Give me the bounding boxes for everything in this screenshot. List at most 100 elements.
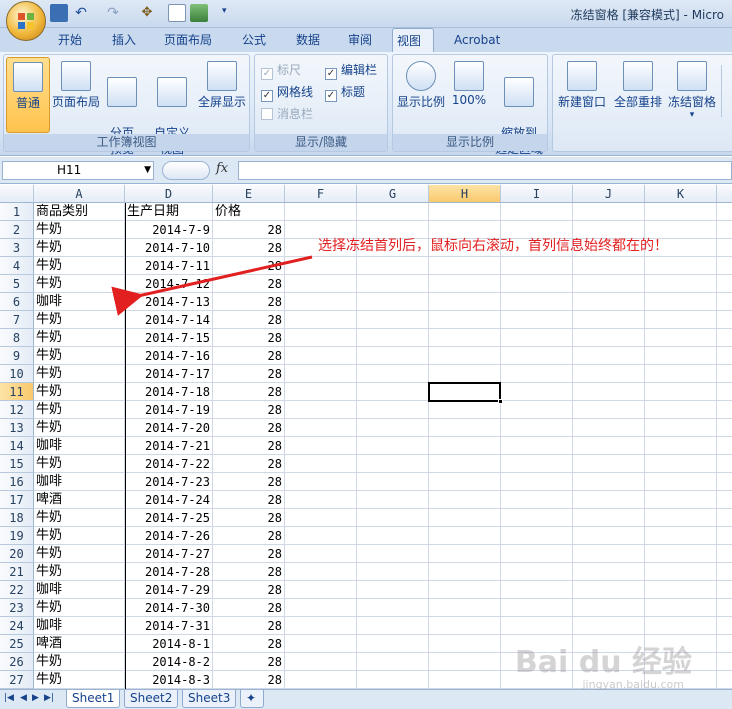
cell-date[interactable]: 2014-7-21 [125, 437, 213, 455]
row-header[interactable]: 3 [0, 239, 34, 257]
zoom-button[interactable]: 显示比例 [395, 57, 447, 133]
cell-date[interactable]: 2014-7-11 [125, 257, 213, 275]
full-screen-button[interactable]: 全屏显示 [196, 57, 248, 133]
cell-empty[interactable] [645, 545, 717, 563]
cell-date[interactable]: 2014-7-28 [125, 563, 213, 581]
sheet-tab-1[interactable]: Sheet1 [66, 690, 121, 708]
cell-empty[interactable] [645, 563, 717, 581]
cell-empty[interactable] [501, 581, 573, 599]
cell-empty[interactable] [717, 383, 732, 401]
row-header[interactable]: 5 [0, 275, 34, 293]
tab-home[interactable]: 开始 [54, 28, 86, 52]
cell-empty[interactable] [717, 311, 732, 329]
cell-empty[interactable] [717, 347, 732, 365]
cell-empty[interactable] [285, 509, 357, 527]
format-painter-icon[interactable]: ✥ [138, 4, 156, 22]
cell-price[interactable]: 28 [213, 383, 285, 401]
cell-empty[interactable] [573, 365, 645, 383]
cell-category[interactable]: 牛奶 [34, 599, 125, 617]
selected-cell[interactable] [428, 382, 503, 404]
cell-empty[interactable] [501, 401, 573, 419]
cell-empty[interactable] [429, 203, 501, 221]
tab-formulas[interactable]: 公式 [238, 28, 270, 52]
cell-empty[interactable] [645, 401, 717, 419]
cell-empty[interactable] [717, 239, 732, 257]
cell-empty[interactable] [645, 527, 717, 545]
cell-date[interactable]: 2014-7-9 [125, 221, 213, 239]
cell-empty[interactable] [285, 653, 357, 671]
row-header[interactable]: 2 [0, 221, 34, 239]
cell-empty[interactable] [357, 455, 429, 473]
cell-empty[interactable] [357, 653, 429, 671]
column-header[interactable]: G [357, 185, 429, 203]
cell-empty[interactable] [645, 203, 717, 221]
row-header[interactable]: 1 [0, 203, 34, 221]
column-header[interactable] [717, 185, 732, 203]
cell-empty[interactable] [645, 329, 717, 347]
cell-empty[interactable] [645, 383, 717, 401]
cell-category[interactable]: 牛奶 [34, 419, 125, 437]
cell-empty[interactable] [573, 617, 645, 635]
cell-empty[interactable] [573, 527, 645, 545]
cell-empty[interactable] [285, 365, 357, 383]
freeze-panes-button[interactable]: 冻结窗格 ▾ [665, 57, 719, 133]
cell-empty[interactable] [573, 581, 645, 599]
cell-empty[interactable] [501, 455, 573, 473]
row-header[interactable]: 25 [0, 635, 34, 653]
sheet-tab-3[interactable]: Sheet3 [182, 690, 237, 708]
cell-empty[interactable] [357, 491, 429, 509]
row-header[interactable]: 15 [0, 455, 34, 473]
cell-empty[interactable] [429, 491, 501, 509]
cell-empty[interactable] [573, 473, 645, 491]
normal-view-button[interactable]: 普通 [6, 57, 50, 133]
cell-empty[interactable] [717, 653, 732, 671]
chevron-down-icon[interactable]: ▼ [144, 162, 151, 179]
cell-empty[interactable] [285, 455, 357, 473]
cell-empty[interactable] [501, 563, 573, 581]
cell-empty[interactable] [285, 599, 357, 617]
column-header[interactable]: J [573, 185, 645, 203]
cell-price[interactable]: 28 [213, 365, 285, 383]
column-header[interactable]: A [34, 185, 125, 203]
cell-empty[interactable] [429, 509, 501, 527]
page-break-preview-button[interactable]: 分页 预览 [102, 57, 142, 156]
cell-price[interactable]: 28 [213, 329, 285, 347]
cell-empty[interactable] [357, 437, 429, 455]
cell-date[interactable]: 2014-7-25 [125, 509, 213, 527]
cell-empty[interactable] [717, 635, 732, 653]
cell-empty[interactable] [717, 491, 732, 509]
cell-price[interactable]: 28 [213, 653, 285, 671]
cell-date[interactable]: 2014-7-23 [125, 473, 213, 491]
cell-date[interactable]: 2014-7-26 [125, 527, 213, 545]
cell-empty[interactable] [573, 383, 645, 401]
cell-empty[interactable] [573, 545, 645, 563]
cell-empty[interactable] [717, 203, 732, 221]
cell-category[interactable]: 牛奶 [34, 653, 125, 671]
column-header[interactable]: K [645, 185, 717, 203]
row-header[interactable]: 22 [0, 581, 34, 599]
row-header[interactable]: 20 [0, 545, 34, 563]
cell-empty[interactable] [357, 419, 429, 437]
row-header[interactable]: 13 [0, 419, 34, 437]
cell-empty[interactable] [357, 581, 429, 599]
cell-category[interactable]: 牛奶 [34, 239, 125, 257]
formula-expand-button[interactable] [162, 161, 210, 180]
cell-empty[interactable] [429, 617, 501, 635]
cell-price[interactable]: 28 [213, 545, 285, 563]
insert-function-icon[interactable]: fx [216, 161, 228, 176]
cell-date[interactable]: 2014-7-14 [125, 311, 213, 329]
cell-category[interactable]: 咖啡 [34, 617, 125, 635]
cell-date[interactable]: 2014-7-29 [125, 581, 213, 599]
tab-acrobat[interactable]: Acrobat [450, 28, 504, 52]
cell-empty[interactable] [285, 635, 357, 653]
cell-empty[interactable] [573, 491, 645, 509]
row-header[interactable]: 9 [0, 347, 34, 365]
cell-date[interactable]: 2014-7-16 [125, 347, 213, 365]
cell-empty[interactable] [357, 635, 429, 653]
cell-date[interactable]: 2014-7-13 [125, 293, 213, 311]
cell-empty[interactable] [429, 401, 501, 419]
cell-empty[interactable] [285, 545, 357, 563]
cell-empty[interactable] [645, 437, 717, 455]
select-all-corner[interactable] [0, 185, 34, 203]
cell-empty[interactable] [285, 293, 357, 311]
